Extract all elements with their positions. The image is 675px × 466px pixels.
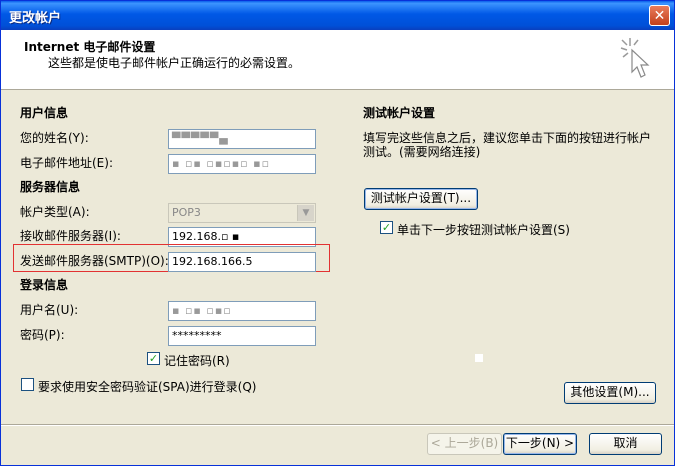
test-description-line2: 测试。(需要网络连接) [363,145,481,159]
footer-separator [1,424,674,426]
name-value: ▀▀▀▀▀▄ [172,132,229,145]
checkmark-icon: ✓ [148,352,159,365]
back-button[interactable]: < 上一步(B) [427,433,502,455]
change-account-dialog: 更改帐户 ✕ Internet 电子邮件设置 这些都是使电子邮件帐户正确运行的必… [0,0,675,466]
email-label: 电子邮件地址(E): [20,156,113,170]
username-field[interactable]: ▪ ▫▪ ▫▪▫ [168,301,316,321]
focus-artifact [475,354,483,362]
account-type-label: 帐户类型(A): [20,205,90,219]
account-type-value: POP3 [172,206,201,219]
checkmark-icon: ✓ [381,221,392,234]
username-label: 用户名(U): [20,303,79,317]
header-title: Internet 电子邮件设置 [24,40,156,54]
chevron-down-icon: ▼ [297,205,314,221]
next-test-checkbox[interactable]: ✓ [380,221,393,234]
server-info-heading: 服务器信息 [20,180,81,194]
name-field[interactable]: ▀▀▀▀▀▄ [168,129,316,149]
account-type-select[interactable]: POP3 ▼ [168,203,316,223]
name-label: 您的姓名(Y): [20,131,89,145]
close-button[interactable]: ✕ [649,5,670,26]
remember-password-checkbox[interactable]: ✓ [147,352,160,365]
window-title: 更改帐户 [9,11,62,26]
incoming-server-label: 接收邮件服务器(I): [20,229,121,243]
title-bar[interactable]: 更改帐户 ✕ [1,1,674,30]
incoming-server-value: 192.168.▫ ▪ [172,230,240,243]
login-info-heading: 登录信息 [20,278,69,292]
header-subtitle: 这些都是使电子邮件帐户正确运行的必需设置。 [48,56,301,70]
next-button[interactable]: 下一步(N) > [503,433,577,455]
email-value: ▪ ▫▪ ▫▪▫▪▫ ▪▫ [172,157,271,170]
remember-password-label[interactable]: 记住密码(R) [164,352,230,369]
outgoing-server-value: 192.168.166.5 [172,255,253,268]
user-info-heading: 用户信息 [20,106,69,120]
password-field[interactable]: ********* [168,326,316,346]
close-icon: ✕ [653,8,666,24]
spa-checkbox[interactable] [21,378,34,391]
password-label: 密码(P): [20,328,65,342]
test-settings-heading: 测试帐户设置 [363,106,436,120]
next-test-label[interactable]: 单击下一步按钮测试帐户设置(S) [397,221,570,238]
spa-label[interactable]: 要求使用安全密码验证(SPA)进行登录(Q) [38,378,256,395]
test-account-button[interactable]: 测试帐户设置(T)... [364,188,478,210]
outgoing-server-label: 发送邮件服务器(SMTP)(O): [20,254,169,268]
email-field[interactable]: ▪ ▫▪ ▫▪▫▪▫ ▪▫ [168,154,316,174]
username-value: ▪ ▫▪ ▫▪▫ [172,304,232,317]
cancel-button[interactable]: 取消 [589,433,662,455]
cursor-sparkle-icon [620,38,650,78]
password-value: ********* [172,329,222,342]
more-settings-button[interactable]: 其他设置(M)... [564,382,656,404]
outgoing-server-field[interactable]: 192.168.166.5 [168,252,316,272]
wizard-header: Internet 电子邮件设置 这些都是使电子邮件帐户正确运行的必需设置。 [1,30,674,90]
